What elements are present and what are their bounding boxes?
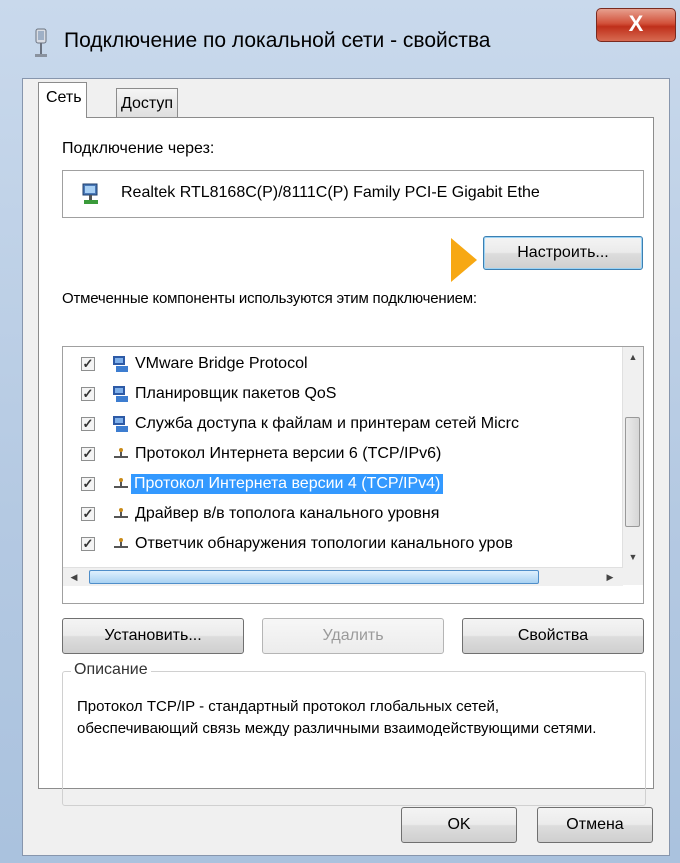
component-checkbox[interactable]: ✓ [81, 417, 95, 431]
network-connection-icon [35, 28, 47, 57]
component-label: Протокол Интернета версии 6 (TCP/IPv6) [135, 445, 442, 462]
component-checkbox[interactable]: ✓ [81, 507, 95, 521]
vertical-scroll-thumb[interactable] [625, 417, 640, 527]
list-item[interactable]: ✓ Ответчик обнаружения топологии канальн… [63, 529, 603, 559]
list-item[interactable]: ✓ Служба доступа к файлам и принтерам се… [63, 409, 603, 439]
component-checkbox[interactable]: ✓ [81, 387, 95, 401]
component-label: Ответчик обнаружения топологии канальног… [135, 535, 513, 552]
configure-button[interactable]: Настроить... [483, 236, 643, 270]
list-item[interactable]: ✓ Протокол Интернета версии 6 (TCP/IPv6) [63, 439, 603, 469]
pointer-arrow-icon [451, 238, 477, 282]
protocol-icon [114, 448, 128, 458]
install-button[interactable]: Установить... [62, 618, 244, 654]
properties-window: Подключение по локальной сети - свойства… [0, 0, 680, 863]
remove-button[interactable]: Удалить [262, 618, 444, 654]
component-label: VMware Bridge Protocol [135, 355, 308, 372]
protocol-icon [114, 538, 128, 548]
description-title: Описание [71, 661, 151, 679]
components-list[interactable]: ✓ VMware Bridge Protocol ✓ Планировщик п… [62, 346, 644, 604]
network-adapter-icon [82, 183, 98, 204]
components-label: Отмеченные компоненты используются этим … [62, 290, 477, 307]
list-item[interactable]: ✓ VMware Bridge Protocol [63, 349, 603, 379]
component-label: Протокол Интернета версии 4 (TCP/IPv4) [131, 474, 444, 494]
connect-via-label: Подключение через: [62, 140, 215, 157]
list-item[interactable]: ✓ Драйвер в/в тополога канального уровня [63, 499, 603, 529]
description-text: Протокол TCP/IP - стандартный протокол г… [77, 698, 597, 737]
window-title: Подключение по локальной сети - свойства [64, 29, 491, 52]
protocol-icon [114, 478, 128, 488]
ok-button[interactable]: OK [401, 807, 517, 843]
scroll-corner [623, 567, 643, 585]
component-checkbox[interactable]: ✓ [81, 477, 95, 491]
component-label: Служба доступа к файлам и принтерам сете… [135, 415, 519, 432]
description-group: Описание Протокол TCP/IP - стандартный п… [62, 661, 646, 806]
scroll-right-icon[interactable]: ▶ [601, 568, 619, 586]
tab-panel: Подключение через: Realtek RTL8168C(P)/8… [38, 117, 654, 806]
component-label: Планировщик пакетов QoS [135, 385, 337, 402]
list-item[interactable]: ✓ Планировщик пакетов QoS [63, 379, 603, 409]
title-bar[interactable]: Подключение по локальной сети - свойства… [0, 0, 680, 76]
scroll-up-icon[interactable]: ▲ [623, 347, 643, 367]
horizontal-scrollbar[interactable]: ◀ ▶ [63, 567, 623, 586]
scroll-down-icon[interactable]: ▼ [623, 547, 643, 567]
list-item[interactable]: ✓ Протокол Интернета версии 4 (TCP/IPv4) [63, 469, 603, 499]
tab-sharing[interactable]: Доступ [116, 88, 179, 118]
protocol-icon [114, 508, 128, 518]
horizontal-scroll-thumb[interactable] [89, 570, 539, 584]
cancel-button[interactable]: Отмена [537, 807, 653, 843]
close-button[interactable]: X [596, 8, 676, 42]
properties-button[interactable]: Свойства [462, 618, 644, 654]
component-checkbox[interactable]: ✓ [81, 447, 95, 461]
scroll-left-icon[interactable]: ◀ [65, 568, 83, 586]
vertical-scrollbar[interactable]: ▲ ▼ [622, 347, 643, 567]
adapter-field: Realtek RTL8168C(P)/8111C(P) Family PCI-… [62, 170, 644, 218]
network-service-icon [113, 386, 128, 402]
dialog-client: Сеть Доступ Подключение через: Realtek R… [22, 78, 670, 856]
network-service-icon [113, 356, 128, 372]
network-service-icon [113, 416, 128, 432]
component-label: Драйвер в/в тополога канального уровня [135, 505, 440, 522]
tab-network[interactable]: Сеть [38, 82, 87, 118]
adapter-name: Realtek RTL8168C(P)/8111C(P) Family PCI-… [121, 184, 540, 201]
component-checkbox[interactable]: ✓ [81, 537, 95, 551]
component-checkbox[interactable]: ✓ [81, 357, 95, 371]
